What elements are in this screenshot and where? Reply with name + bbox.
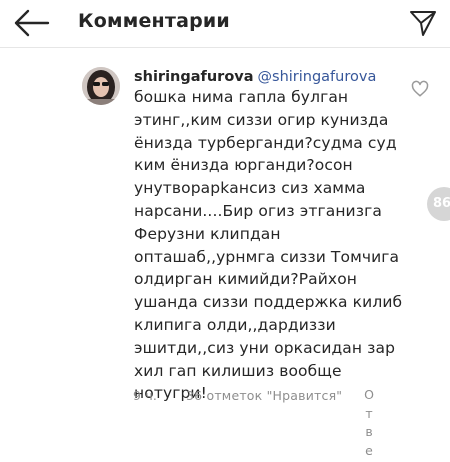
reply-letter: т <box>365 405 373 421</box>
comment-header: shiringafurova @shiringafurova <box>134 66 404 85</box>
paper-plane-icon <box>410 11 436 36</box>
comment-username[interactable]: shiringafurova <box>134 69 254 85</box>
reply-letter: в <box>365 424 373 439</box>
comment-likes-count[interactable]: 36 отметок "Нравится" <box>186 388 342 403</box>
reply-button[interactable]: О т в е <box>362 386 376 460</box>
comment: shiringafurova @shiringafurova бошка нима… <box>134 66 404 405</box>
comment-time: 9 ч. <box>133 388 158 403</box>
reply-letter: е <box>365 442 373 458</box>
page-title: Комментарии <box>78 10 230 32</box>
like-button[interactable] <box>411 80 429 98</box>
back-button[interactable] <box>12 8 52 38</box>
arrow-left-icon <box>14 9 50 37</box>
top-bar: Комментарии <box>0 0 450 48</box>
comment-mention[interactable]: @shiringafurova <box>258 69 377 85</box>
comment-text: бошка нима гапла булган этинг,,ким сиззи… <box>134 88 403 403</box>
share-button[interactable] <box>408 8 438 38</box>
heart-outline-icon <box>411 80 429 97</box>
reply-letter: О <box>364 387 374 402</box>
user-avatar[interactable] <box>82 67 120 105</box>
count-badge: 86 <box>427 187 450 221</box>
